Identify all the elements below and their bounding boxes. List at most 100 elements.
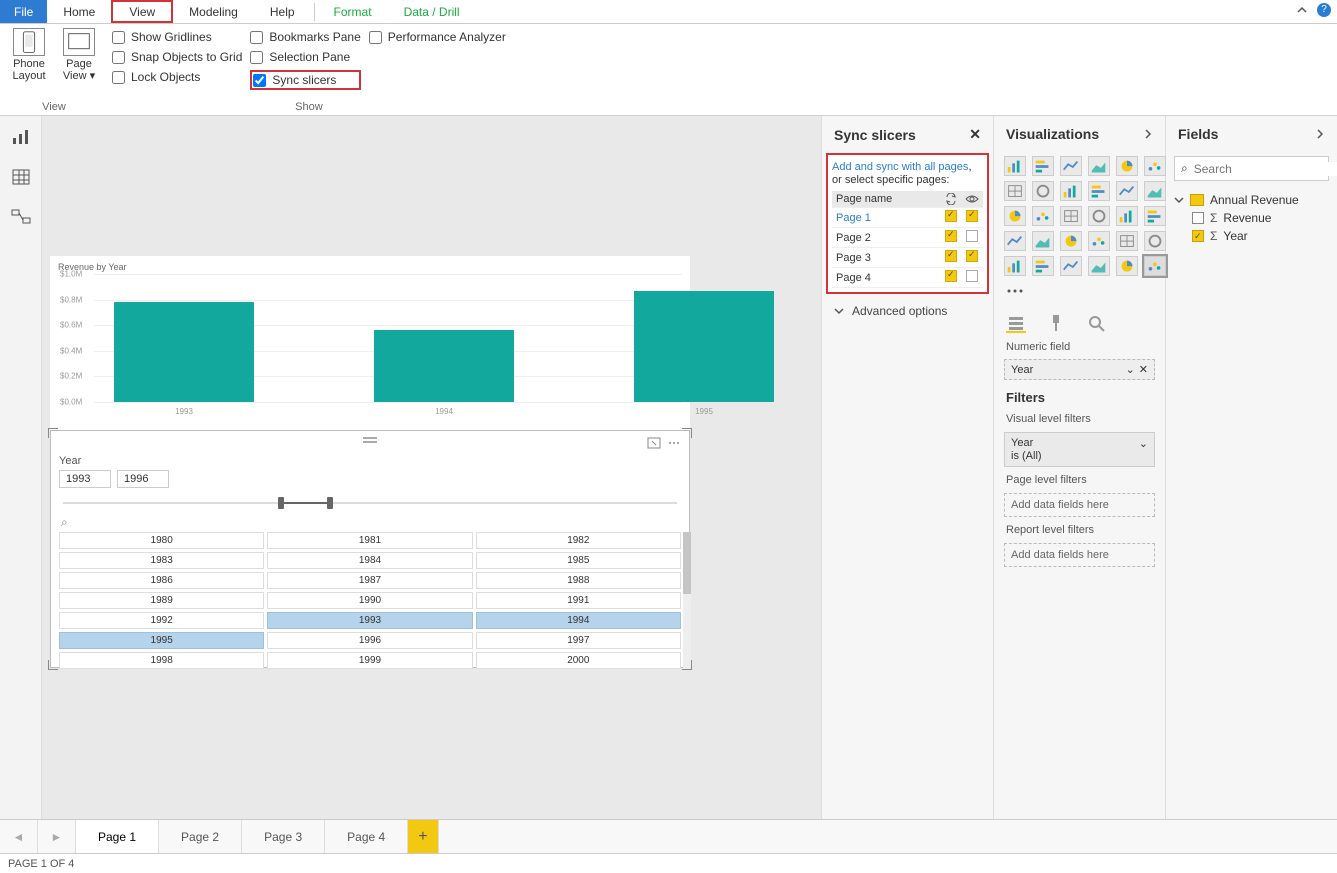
year-cell[interactable]: 1990 [267,592,472,609]
viz-type-icon[interactable] [1116,156,1138,176]
visible-checkbox[interactable] [966,210,978,222]
chart-bar[interactable] [114,302,254,402]
viz-type-icon[interactable] [1144,256,1166,276]
page-tab[interactable]: Page 2 [159,820,242,853]
menu-file[interactable]: File [0,0,47,23]
menu-help[interactable]: Help [254,0,311,23]
report-filter-dropzone[interactable]: Add data fields here [1004,543,1155,567]
scrollbar[interactable] [683,532,691,669]
help-icon[interactable]: ? [1317,3,1331,17]
sync-checkbox[interactable] [945,270,957,282]
year-cell[interactable]: 1991 [476,592,681,609]
viz-type-icon[interactable] [1060,256,1082,276]
bar-chart-visual[interactable]: Revenue by Year $0.0M$0.2M$0.4M$0.6M$0.8… [50,256,690,428]
year-cell[interactable]: 1981 [267,532,472,549]
format-tab-icon[interactable] [1046,313,1066,333]
drag-handle-icon[interactable] [363,437,377,443]
viz-type-icon[interactable] [1004,206,1026,226]
advanced-options-toggle[interactable]: Advanced options [822,294,993,328]
fields-search-input[interactable]: ⌕ [1174,156,1329,181]
viz-type-icon[interactable] [1116,206,1138,226]
menu-home[interactable]: Home [47,0,111,23]
visible-checkbox[interactable] [966,230,978,242]
viz-type-icon[interactable] [1032,156,1054,176]
year-cell[interactable]: 1987 [267,572,472,589]
viz-type-icon[interactable] [1004,156,1026,176]
viz-type-icon[interactable] [1144,156,1166,176]
selection-pane-checkbox[interactable]: Selection Pane [250,50,360,64]
chevron-down-icon[interactable]: ⌄ [1126,363,1135,376]
report-canvas[interactable]: Revenue by Year $0.0M$0.2M$0.4M$0.6M$0.8… [42,116,821,819]
viz-type-icon[interactable] [1088,206,1110,226]
year-cell[interactable]: 1986 [59,572,264,589]
year-cell[interactable]: 1989 [59,592,264,609]
lock-objects-checkbox[interactable]: Lock Objects [112,70,242,84]
page-tab[interactable]: Page 3 [242,820,325,853]
sync-page-name[interactable]: Page 1 [832,208,941,228]
sync-page-name[interactable]: Page 3 [832,248,941,268]
model-view-icon[interactable] [11,208,31,226]
more-visuals-icon[interactable] [1004,281,1026,301]
year-cell[interactable]: 1997 [476,632,681,649]
data-view-icon[interactable] [11,168,31,186]
viz-type-icon[interactable] [1032,231,1054,251]
viz-type-icon[interactable] [1032,206,1054,226]
search-icon[interactable]: ⌕ [61,515,681,530]
phone-layout-button[interactable]: Phone Layout [8,28,50,99]
viz-type-icon[interactable] [1060,231,1082,251]
report-view-icon[interactable] [11,128,31,146]
sync-add-all-link[interactable]: Add and sync with all pages [832,161,968,173]
viz-type-icon[interactable] [1144,181,1166,201]
viz-type-icon[interactable] [1116,181,1138,201]
viz-type-icon[interactable] [1088,231,1110,251]
menu-view[interactable]: View [111,0,173,23]
viz-type-icon[interactable] [1088,156,1110,176]
chart-bar[interactable] [374,330,514,402]
show-gridlines-checkbox[interactable]: Show Gridlines [112,30,242,44]
year-cell[interactable]: 1999 [267,652,472,669]
page-tab[interactable]: Page 4 [325,820,408,853]
add-page-button[interactable]: + [408,820,438,853]
viz-type-icon[interactable] [1144,206,1166,226]
menu-modeling[interactable]: Modeling [173,0,254,23]
snap-to-grid-checkbox[interactable]: Snap Objects to Grid [112,50,242,64]
close-icon[interactable]: ✕ [969,126,981,143]
viz-type-icon[interactable] [1116,231,1138,251]
bookmarks-pane-checkbox[interactable]: Bookmarks Pane [250,30,360,44]
visual-filter-card[interactable]: Year⌄ is (All) [1004,432,1155,467]
sync-checkbox[interactable] [945,210,957,222]
viz-type-icon[interactable] [1060,206,1082,226]
year-cell[interactable]: 1996 [267,632,472,649]
year-cell[interactable]: 1980 [59,532,264,549]
sync-checkbox[interactable] [945,250,957,262]
viz-type-icon[interactable] [1032,181,1054,201]
viz-type-icon[interactable] [1116,256,1138,276]
analytics-tab-icon[interactable] [1086,313,1106,333]
focus-mode-icon[interactable] [647,437,661,449]
viz-type-icon[interactable] [1004,256,1026,276]
sync-page-name[interactable]: Page 2 [832,228,941,248]
sync-page-name[interactable]: Page 4 [832,268,941,288]
sync-slicers-checkbox[interactable]: Sync slicers [250,70,360,90]
chart-bar[interactable] [634,291,774,402]
menu-data-drill[interactable]: Data / Drill [388,0,476,23]
viz-type-icon[interactable] [1032,256,1054,276]
year-cell[interactable]: 1985 [476,552,681,569]
collapse-ribbon-icon[interactable] [1295,3,1309,17]
more-options-icon[interactable] [667,437,681,449]
slicer-range-slider[interactable] [63,494,677,512]
page-filter-dropzone[interactable]: Add data fields here [1004,493,1155,517]
viz-type-icon[interactable] [1088,181,1110,201]
year-cell[interactable]: 1982 [476,532,681,549]
numeric-field-well[interactable]: Year ⌄✕ [1004,359,1155,380]
year-slicer-visual[interactable]: Year 1993 1996 ⌕ 19801981198219831984198… [50,430,690,668]
chevron-right-icon[interactable] [1143,127,1153,141]
year-cell[interactable]: 1994 [476,612,681,629]
visible-checkbox[interactable] [966,270,978,282]
prev-page-button[interactable]: ◄ [0,820,38,853]
slicer-to-input[interactable]: 1996 [117,470,169,488]
sync-checkbox[interactable] [945,230,957,242]
next-page-button[interactable]: ► [38,820,76,853]
year-cell[interactable]: 1992 [59,612,264,629]
year-cell[interactable]: 1983 [59,552,264,569]
